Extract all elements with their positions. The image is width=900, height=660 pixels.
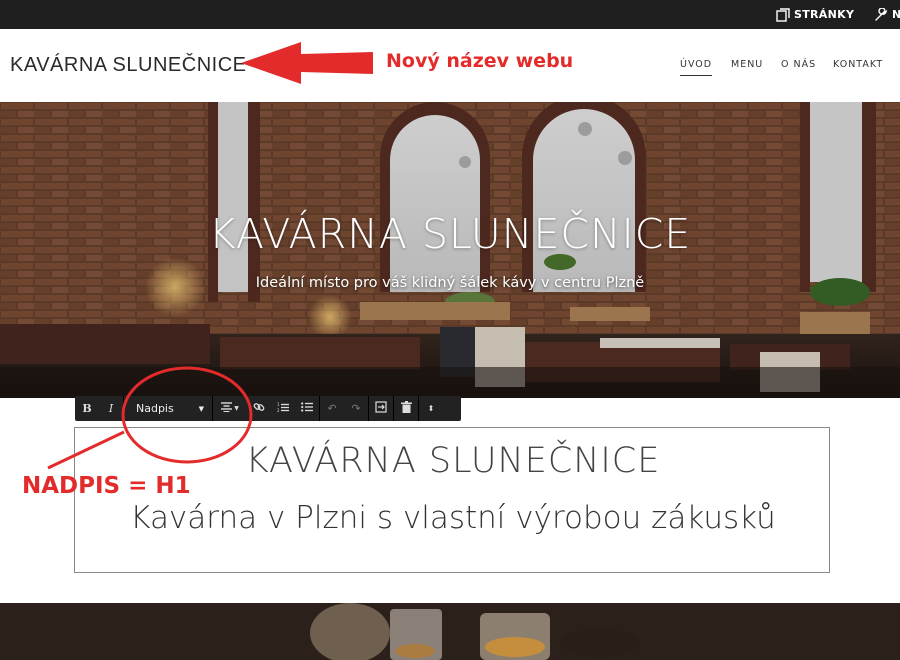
ordered-list-icon: 12 xyxy=(277,402,289,416)
site-title[interactable]: KAVÁRNA SLUNEČNICE xyxy=(10,54,246,77)
trash-icon xyxy=(400,401,412,416)
fit-icon xyxy=(375,401,387,416)
format-toolbar: B I Nadpis ▼ ▼ 12 ↶ ↷ ⬍ xyxy=(75,396,461,421)
bullet-list-button[interactable] xyxy=(295,396,319,421)
hero-title: KAVÁRNA SLUNEČNICE xyxy=(208,210,692,258)
svg-text:2: 2 xyxy=(277,408,280,413)
pages-button[interactable]: STRÁNKY xyxy=(776,0,854,29)
align-center-icon xyxy=(221,402,233,415)
bold-button[interactable]: B xyxy=(75,396,99,421)
more-button[interactable]: ⬍ xyxy=(419,396,443,421)
link-icon xyxy=(253,401,265,416)
more-icon: ⬍ xyxy=(427,404,435,413)
red-arrow-annotation xyxy=(241,42,373,84)
site-header: KAVÁRNA SLUNEČNICE Nový název webu ÚVOD … xyxy=(0,29,900,102)
editor-top-bar: STRÁNKY N xyxy=(0,0,900,29)
heading-text-block[interactable]: KAVÁRNA SLUNEČNICE Kavárna v Plzni s vla… xyxy=(74,427,830,573)
wrench-icon xyxy=(874,7,888,22)
fit-button[interactable] xyxy=(369,396,393,421)
undo-icon: ↶ xyxy=(327,402,337,415)
ordered-list-button[interactable]: 12 xyxy=(271,396,295,421)
align-button[interactable]: ▼ xyxy=(213,396,247,421)
nav-item-uvod[interactable]: ÚVOD xyxy=(680,59,713,76)
bottom-photo-section xyxy=(0,603,900,660)
annotation-new-name: Nový název webu xyxy=(386,50,574,72)
settings-button[interactable]: N xyxy=(874,0,900,29)
undo-button[interactable]: ↶ xyxy=(320,396,344,421)
text-style-select[interactable]: Nadpis ▼ xyxy=(124,396,212,421)
link-button[interactable] xyxy=(247,396,271,421)
delete-button[interactable] xyxy=(394,396,418,421)
hero-subtitle: Ideální místo pro váš klidný šálek kávy … xyxy=(255,275,645,291)
italic-button[interactable]: I xyxy=(99,396,123,421)
annotation-heading-level: NADPIS = H1 xyxy=(22,473,191,499)
hero-section: KAVÁRNA SLUNEČNICE Ideální místo pro váš… xyxy=(0,102,900,398)
text-style-value: Nadpis xyxy=(136,402,174,415)
redo-icon: ↷ xyxy=(351,402,361,415)
content-subheading[interactable]: Kavárna v Plzni s vlastní výrobou zákusk… xyxy=(75,500,831,536)
nav-item-kontakt[interactable]: KONTAKT xyxy=(833,59,883,70)
bullet-list-icon xyxy=(301,402,313,415)
italic-icon: I xyxy=(108,402,114,415)
bold-icon: B xyxy=(82,402,92,415)
nav-item-menu[interactable]: MENU xyxy=(731,59,763,70)
pages-icon xyxy=(776,7,790,22)
chevron-down-icon: ▼ xyxy=(198,404,204,413)
settings-label: N xyxy=(892,8,900,21)
coffee-photo xyxy=(0,603,900,660)
redo-button[interactable]: ↷ xyxy=(344,396,368,421)
pages-label: STRÁNKY xyxy=(794,8,855,21)
chevron-down-icon: ▼ xyxy=(234,405,239,412)
nav-item-o-nas[interactable]: O NÁS xyxy=(781,59,816,70)
svg-text:1: 1 xyxy=(277,402,280,407)
